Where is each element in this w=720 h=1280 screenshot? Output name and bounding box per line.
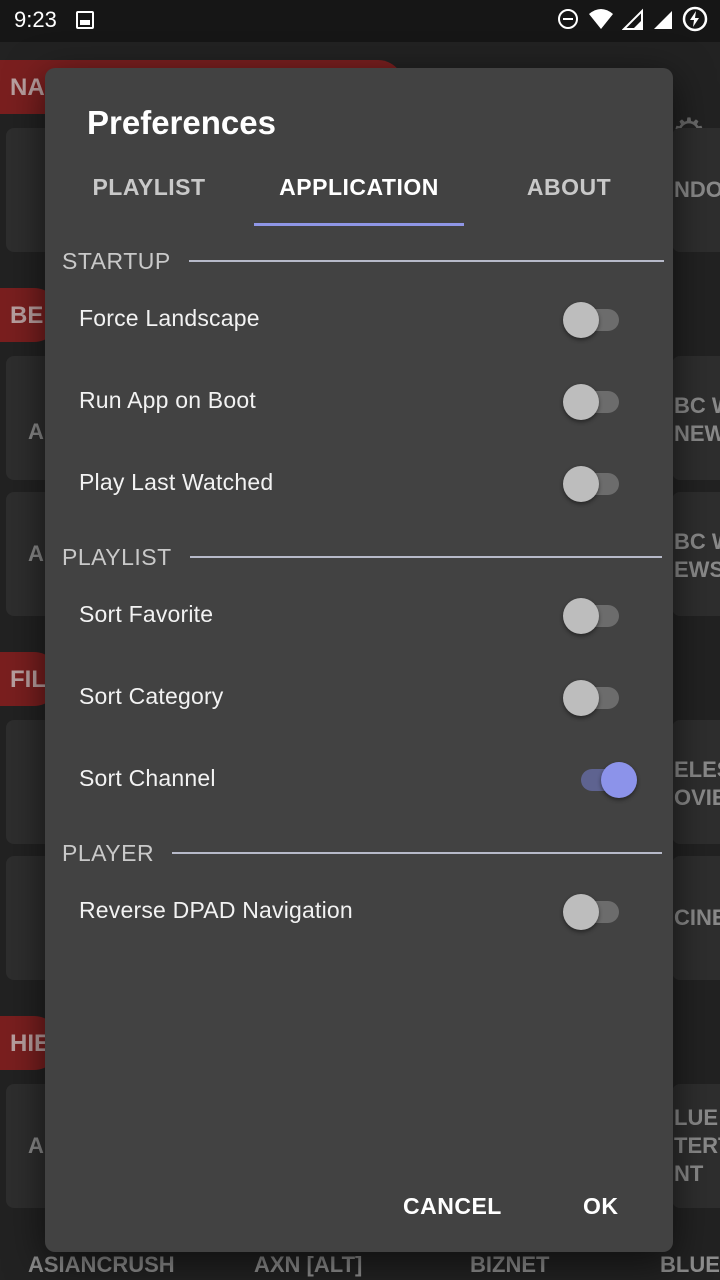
bg-tile: CINE: [672, 856, 720, 980]
sort-favorite-switch[interactable]: [563, 594, 625, 634]
section-label: PLAYER: [62, 839, 155, 866]
section-label: STARTUP: [62, 247, 171, 274]
section-divider: [189, 556, 662, 558]
bg-tile: NDOS: [672, 128, 720, 252]
dialog-title: Preferences: [87, 104, 276, 141]
pref-label: Play Last Watched: [79, 468, 274, 495]
bg-bottom-label: AXN [ALT]: [254, 1252, 363, 1277]
pref-label: Sort Favorite: [79, 600, 214, 627]
tab-application[interactable]: APPLICATION: [254, 166, 464, 228]
wifi-icon: [589, 9, 613, 29]
pref-label: Force Landscape: [79, 304, 260, 331]
pref-label: Reverse DPAD Navigation: [79, 896, 353, 923]
section-divider: [188, 260, 664, 262]
pref-label: Sort Channel: [79, 764, 216, 791]
signal-icon: [654, 11, 672, 29]
image-icon: [76, 11, 94, 29]
tab-about[interactable]: ABOUT: [485, 166, 653, 228]
bg-tile: LUE TERT NT: [672, 1084, 720, 1208]
section-label: PLAYLIST: [62, 543, 172, 570]
tab-bar: PLAYLIST APPLICATION ABOUT: [45, 166, 673, 228]
tab-playlist[interactable]: PLAYLIST: [65, 166, 233, 228]
pref-play-last-watched[interactable]: Play Last Watched: [79, 452, 639, 512]
pref-label: Sort Category: [79, 682, 224, 709]
pref-reverse-dpad[interactable]: Reverse DPAD Navigation: [79, 880, 639, 940]
pref-label: Run App on Boot: [79, 386, 256, 413]
pref-sort-channel[interactable]: Sort Channel: [79, 748, 639, 808]
bg-bottom-label: BLUE: [660, 1252, 720, 1277]
ok-button[interactable]: OK: [583, 1193, 619, 1220]
pref-sort-category[interactable]: Sort Category: [79, 666, 639, 726]
status-time: 9:23: [14, 7, 57, 32]
status-bar: 9:23: [0, 0, 720, 42]
bg-bottom-label: BIZNET: [470, 1252, 550, 1277]
active-tab-indicator: [254, 223, 464, 226]
signal-icon: [622, 8, 643, 30]
play-last-watched-switch[interactable]: [563, 462, 625, 502]
section-player: PLAYER: [62, 838, 663, 868]
section-startup: STARTUP: [62, 246, 664, 276]
pref-sort-favorite[interactable]: Sort Favorite: [79, 584, 639, 644]
force-landscape-switch[interactable]: [563, 298, 625, 338]
do-not-disturb-icon: [558, 9, 578, 29]
bg-tile: BC W EWS: [672, 492, 720, 616]
bg-bottom-label: ASIANCRUSH: [28, 1252, 175, 1277]
status-icons: [556, 6, 708, 32]
pref-run-on-boot[interactable]: Run App on Boot: [79, 370, 639, 430]
pref-force-landscape[interactable]: Force Landscape: [79, 288, 639, 348]
run-on-boot-switch[interactable]: [563, 380, 625, 420]
sort-channel-switch[interactable]: [575, 758, 637, 798]
section-divider: [172, 852, 663, 854]
battery-charging-icon: [682, 6, 708, 32]
sort-category-switch[interactable]: [563, 676, 625, 716]
preferences-dialog: Preferences PLAYLIST APPLICATION ABOUT S…: [45, 68, 673, 1252]
cancel-button[interactable]: CANCEL: [403, 1193, 502, 1220]
reverse-dpad-switch[interactable]: [563, 890, 625, 930]
section-playlist: PLAYLIST: [62, 542, 662, 572]
bg-tile: BC W NEW: [672, 356, 720, 480]
bg-tile: ELES OVIE: [672, 720, 720, 844]
